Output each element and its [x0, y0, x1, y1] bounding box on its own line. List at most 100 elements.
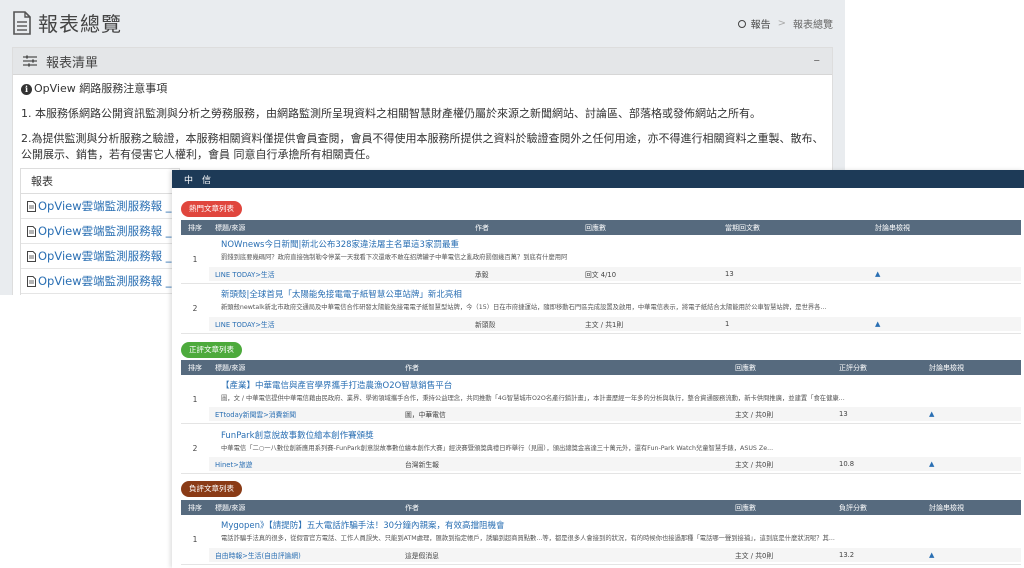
negative-articles-table: 排序 標題/來源 作者 回應數 負評分數 討論串檢視 1 Mygopen》【請提…	[181, 500, 1021, 565]
col-rank: 排序	[188, 503, 202, 512]
notice-item-2: 2.為提供監測與分析服務之驗證，本服務相關資料僅提供會員查閱，會員不得使用本服務…	[21, 132, 824, 161]
row-meta: Hinet>旅遊 台灣新生報 主文 / 共0則 10.8 ▲	[209, 457, 1021, 471]
col-title-source: 標題/來源	[215, 363, 246, 372]
article-author: 這是假消息	[405, 552, 439, 560]
article-snippet: 中華電信「二○一八數位創新應用系列賽-FunPark創意說故事數位繪本創作大賽」…	[221, 445, 774, 452]
article-replies: 回文 4/10	[585, 271, 617, 279]
report-row[interactable]: OpView雲端監測服務報 _20	[21, 244, 179, 269]
article-score: 10.8	[839, 460, 855, 468]
report-row[interactable]: OpView雲端監測服務報 _20	[21, 194, 179, 219]
col-rank: 排序	[188, 363, 202, 372]
collapse-button[interactable]: –	[814, 53, 821, 68]
article-snippet: 圖，文 / 中華電信提供中華電信藉由民政府、業界、學術領域攜手合作，秉持公益理念…	[221, 395, 845, 402]
thread-view-button[interactable]: ▲	[923, 410, 1013, 418]
article-author: 新頭殼	[475, 321, 496, 329]
report-link[interactable]: OpView雲端監測服務報 _20	[38, 273, 179, 289]
article-snippet: 新頭殼newtalk新北市政府交通局及中華電信合作研發太陽能免接電電子紙智慧型站…	[221, 304, 827, 311]
table-header: 排序 標題/來源 作者 回應數 負評分數 討論串檢視	[181, 500, 1021, 515]
breadcrumb: 報告 > 報表總覽	[737, 16, 833, 31]
document-icon	[13, 10, 31, 35]
article-source-link[interactable]: LINE TODAY>生活	[209, 319, 469, 329]
article-period-count: 13	[725, 270, 734, 278]
row-rank: 1	[192, 394, 198, 404]
article-source-link[interactable]: Hinet>旅遊	[209, 459, 399, 469]
breadcrumb-separator: >	[777, 18, 786, 29]
sliders-icon	[23, 55, 37, 67]
file-icon	[27, 275, 36, 287]
article-score: 13	[839, 410, 848, 418]
table-row: 2 新頭殼|全球首見「太陽能免接電電子紙智慧公車站牌」新北亮相 新頭殼newta…	[181, 284, 1021, 334]
col-replies: 回應數	[735, 503, 756, 512]
article-title-link[interactable]: Mygopen》【請提防】五大電話詐騙手法！30分鐘內親案，有效高擋阻機會	[221, 519, 505, 531]
service-notice: i OpView 網路服務注意事項 1. 本服務係網路公開資訊監測與分析之勞務服…	[13, 75, 832, 163]
col-thread-view: 討論串檢視	[929, 363, 964, 372]
panel-title: 報表清單	[46, 55, 99, 71]
report-link[interactable]: OpView雲端監測服務報 _20	[38, 223, 179, 239]
table-header: 排序 標題/來源 作者 回應數 當期回文數 討論串檢視	[181, 220, 1021, 235]
thread-view-button[interactable]: ▲	[869, 320, 989, 328]
col-thread-view: 討論串檢視	[929, 503, 964, 512]
table-row: 1 Mygopen》【請提防】五大電話詐騙手法！30分鐘內親案，有效高擋阻機會 …	[181, 515, 1021, 565]
positive-articles-label: 正評文章列表	[181, 342, 242, 358]
hot-articles-label: 熱門文章列表	[181, 201, 242, 217]
page-header: 報表總覽 報告 > 報表總覽	[0, 0, 845, 44]
positive-articles-table: 排序 標題/來源 作者 回應數 正評分數 討論串檢視 1 【產業】中華電信與產官…	[181, 360, 1021, 474]
table-row: 2 FunPark創意說故事數位繪本創作賽頒獎 中華電信「二○一八數位創新應用系…	[181, 424, 1021, 474]
article-snippet: 電話詐騙手法真的很多，從假冒官方電話、工作人員誤失、只能到ATM處理，匯款到指定…	[221, 535, 835, 542]
col-rank: 排序	[188, 223, 202, 232]
row-rank: 1	[192, 254, 198, 264]
table-row: 1 NOWnews今日新聞|新北公布328家違法屠主名單這3家罰最重 罰錢到底要…	[181, 235, 1021, 284]
file-icon	[27, 200, 36, 212]
row-meta: LINE TODAY>生活 承毅 回文 4/10 13 ▲	[209, 267, 1021, 281]
thread-view-button[interactable]: ▲	[869, 270, 989, 278]
col-positive-score: 正評分數	[839, 363, 867, 372]
article-source-link[interactable]: ETtoday新聞雲>消費新聞	[209, 409, 399, 419]
thread-view-button[interactable]: ▲	[923, 460, 1013, 468]
report-link[interactable]: OpView雲端監測服務報 _20	[38, 198, 179, 214]
thread-view-button[interactable]: ▲	[923, 551, 1013, 559]
table-header: 排序 標題/來源 作者 回應數 正評分數 討論串檢視	[181, 360, 1021, 375]
article-title-link[interactable]: 新頭殼|全球首見「太陽能免接電電子紙智慧公車站牌」新北亮相	[221, 288, 462, 300]
panel-header: 報表清單 –	[13, 48, 832, 75]
article-replies: 主文 / 共1則	[585, 321, 624, 329]
article-replies: 主文 / 共0則	[735, 411, 774, 419]
report-document-preview: 中信 熱門文章列表 排序 標題/來源 作者 回應數 當期回文數 討論串檢視 1 …	[172, 170, 1024, 568]
page-title: 報表總覽	[38, 12, 122, 36]
negative-articles-label: 負評文章列表	[181, 481, 242, 497]
report-row[interactable]: OpView雲端監測服務報 _20	[21, 269, 179, 294]
article-title-link[interactable]: 【產業】中華電信與產官學界攜手打造農漁O2O智慧銷售平台	[221, 379, 452, 391]
notice-item-1: 1. 本服務係網路公開資訊監測與分析之勞務服務，由網路監測所呈現資料之相關智慧財…	[21, 107, 761, 120]
article-source-link[interactable]: LINE TODAY>生活	[209, 269, 469, 279]
page-title-group: 報表總覽	[12, 8, 122, 37]
article-score: 13.2	[839, 551, 855, 559]
notice-title: OpView 網路服務注意事項	[34, 82, 168, 95]
report-table-header: 報表	[21, 169, 179, 194]
row-meta: ETtoday新聞雲>消費新聞 圖，中華電信 主文 / 共0則 13 ▲	[209, 407, 1021, 421]
circle-icon	[737, 19, 746, 28]
col-author: 作者	[405, 363, 419, 372]
row-meta: 自由時報>生活(自由評論網) 這是假消息 主文 / 共0則 13.2 ▲	[209, 548, 1021, 562]
report-table: 報表 OpView雲端監測服務報 _20 OpView雲端監測服務報 _20 O…	[20, 168, 180, 295]
article-snippet: 罰錢到底要幾碼阿？政府直接強制勒令停業一天我看下次還敢不敢在招牌罐子中華電信之亂…	[221, 254, 568, 261]
report-row[interactable]: OpView雲端監測服務報 _20	[21, 219, 179, 244]
article-replies: 主文 / 共0則	[735, 552, 774, 560]
row-rank: 2	[192, 444, 198, 453]
row-rank: 1	[192, 535, 198, 544]
col-title-source: 標題/來源	[215, 503, 246, 512]
hot-articles-table: 排序 標題/來源 作者 回應數 當期回文數 討論串檢視 1 NOWnews今日新…	[181, 220, 1021, 334]
info-icon: i	[21, 83, 32, 95]
row-rank: 2	[192, 304, 198, 313]
report-brand-title: 中信	[184, 176, 221, 186]
breadcrumb-report-link[interactable]: 報告	[751, 16, 771, 31]
col-title-source: 標題/來源	[215, 223, 246, 232]
row-meta: LINE TODAY>生活 新頭殼 主文 / 共1則 1 ▲	[209, 317, 1021, 331]
file-icon	[27, 225, 36, 237]
article-title-link[interactable]: FunPark創意說故事數位繪本創作賽頒獎	[221, 429, 374, 441]
article-source-link[interactable]: 自由時報>生活(自由評論網)	[209, 550, 399, 560]
col-replies: 回應數	[585, 223, 606, 232]
col-negative-score: 負評分數	[839, 503, 867, 512]
col-replies: 回應數	[735, 363, 756, 372]
article-title-link[interactable]: NOWnews今日新聞|新北公布328家違法屠主名單這3家罰最重	[221, 238, 459, 250]
breadcrumb-current: 報表總覽	[793, 20, 833, 31]
report-link[interactable]: OpView雲端監測服務報 _20	[38, 248, 179, 264]
